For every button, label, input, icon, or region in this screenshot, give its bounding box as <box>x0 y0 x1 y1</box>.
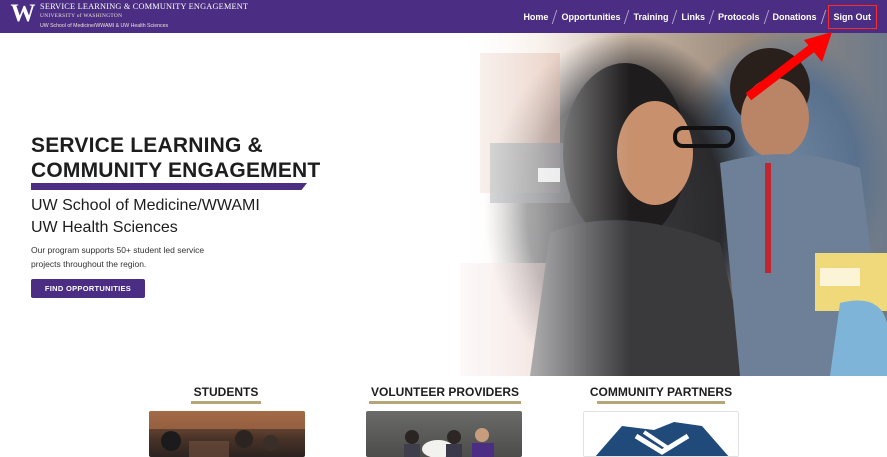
hero-title: SERVICE LEARNING & COMMUNITY ENGAGEMENT <box>31 134 321 182</box>
category-title: VOLUNTEER PROVIDERS <box>370 385 520 399</box>
nav-links[interactable]: Links <box>675 12 711 22</box>
brand-school: UW School of Medicine/WWAMI & UW Health … <box>40 23 169 29</box>
nav-protocols[interactable]: Protocols <box>712 12 766 22</box>
volunteer-providers-image[interactable] <box>366 411 522 457</box>
nav-opportunities[interactable]: Opportunities <box>555 12 626 22</box>
hero-subtitle-health-sciences: UW Health Sciences <box>31 219 178 236</box>
category-underline <box>369 401 521 404</box>
hero-description: Our program supports 50+ student led ser… <box>31 245 205 269</box>
handshake-icon <box>595 422 729 456</box>
volunteers-photo-illustration <box>404 428 494 457</box>
annotation-arrow-icon <box>745 32 832 101</box>
sign-out-link[interactable]: Sign Out <box>827 4 877 29</box>
community-partners-image[interactable] <box>583 411 739 457</box>
students-image[interactable] <box>149 411 305 457</box>
category-title: STUDENTS <box>193 385 259 399</box>
uw-logo[interactable]: W <box>10 1 36 26</box>
category-volunteer-providers[interactable]: VOLUNTEER PROVIDERS <box>365 385 525 404</box>
brand-university: UNIVERSITY of WASHINGTON <box>40 13 123 19</box>
brand-title[interactable]: SERVICE LEARNING & COMMUNITY ENGAGEMENT <box>40 2 248 11</box>
students-photo-illustration <box>149 411 305 457</box>
category-community-partners[interactable]: COMMUNITY PARTNERS <box>583 385 739 404</box>
find-opportunities-button[interactable]: FIND OPPORTUNITIES <box>31 279 145 298</box>
nav-home[interactable]: Home <box>517 12 554 22</box>
category-title: COMMUNITY PARTNERS <box>589 385 733 399</box>
category-underline <box>597 401 725 404</box>
category-students[interactable]: STUDENTS <box>186 385 266 404</box>
nav-training[interactable]: Training <box>627 12 674 22</box>
category-underline <box>191 401 261 404</box>
nav-donations[interactable]: Donations <box>767 12 823 22</box>
hero-subtitle-medicine: UW School of Medicine/WWAMI <box>31 197 260 214</box>
hero-accent-bar <box>31 183 307 190</box>
